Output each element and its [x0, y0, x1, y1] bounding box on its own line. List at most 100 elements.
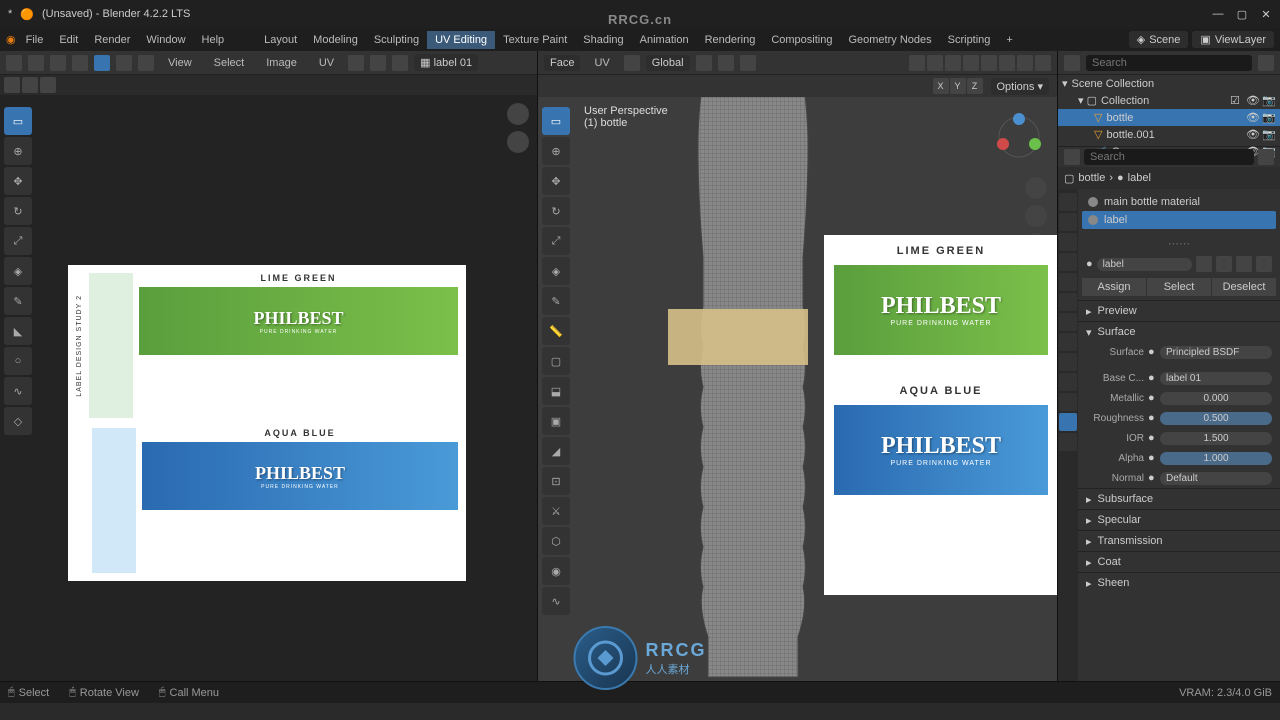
tool-poly[interactable]: ⬡ [542, 527, 570, 555]
vp-snap-icon[interactable] [718, 55, 734, 71]
tool-rotate[interactable]: ↻ [4, 197, 32, 225]
uv-pan-icon[interactable] [507, 131, 529, 153]
outliner-search[interactable] [1086, 55, 1252, 71]
uv-display-icon-3[interactable] [40, 77, 56, 93]
workspace-animation[interactable]: Animation [632, 31, 697, 49]
material-nodes-icon[interactable] [1256, 256, 1272, 272]
tool-pinch[interactable]: ◇ [4, 407, 32, 435]
eye-icon[interactable]: 👁 [1246, 111, 1260, 125]
workspace-add[interactable]: + [998, 31, 1020, 49]
tool-smooth[interactable]: ∿ [542, 587, 570, 615]
vp-overlay-icon[interactable] [945, 55, 961, 71]
outliner-scene-collection[interactable]: ▾ Scene Collection [1058, 75, 1280, 92]
normal-value[interactable]: Default [1160, 472, 1272, 485]
sel-edge[interactable] [72, 55, 88, 71]
nav-gizmo[interactable] [991, 109, 1047, 165]
options-dropdown[interactable]: Options ▾ [991, 78, 1050, 95]
uv-display-icon-2[interactable] [22, 77, 38, 93]
section-subsurface[interactable]: ▸ Subsurface [1078, 489, 1280, 509]
tab-data[interactable] [1059, 393, 1077, 411]
tool-add-cube[interactable]: ▢ [542, 347, 570, 375]
sel-vertex[interactable] [50, 55, 66, 71]
props-options-icon[interactable] [1258, 149, 1274, 165]
uv-image-menu[interactable]: Image [258, 54, 305, 72]
menu-help[interactable]: Help [194, 31, 233, 49]
menu-window[interactable]: Window [138, 31, 193, 49]
tool-scale[interactable]: ⤢ [4, 227, 32, 255]
list-grip[interactable]: ⋯⋯ [1078, 233, 1280, 254]
tool-transform[interactable]: ◈ [4, 257, 32, 285]
outliner-type-icon[interactable] [1064, 55, 1080, 71]
sel-face[interactable] [94, 55, 110, 71]
uv-display-icon-1[interactable] [4, 77, 20, 93]
section-sheen[interactable]: ▸ Sheen [1078, 573, 1280, 593]
section-surface[interactable]: ▾ Surface [1078, 322, 1280, 342]
tool-move[interactable]: ✥ [4, 167, 32, 195]
material-browse-icon[interactable] [1196, 256, 1212, 272]
props-search[interactable] [1084, 149, 1254, 165]
tool-annotate[interactable]: ✎ [4, 287, 32, 315]
shading-matprev-icon[interactable] [1017, 55, 1033, 71]
workspace-geometry-nodes[interactable]: Geometry Nodes [840, 31, 939, 49]
tab-constraint[interactable] [1059, 373, 1077, 391]
workspace-rendering[interactable]: Rendering [697, 31, 764, 49]
eye-icon[interactable]: 👁 [1246, 128, 1260, 142]
zoom-icon[interactable] [1025, 177, 1047, 199]
tool-rotate-3d[interactable]: ↻ [542, 197, 570, 225]
vp-visibility-icon[interactable] [909, 55, 925, 71]
material-new-icon[interactable] [1216, 256, 1232, 272]
tool-select-box[interactable]: ▭ [4, 107, 32, 135]
outliner-item-bottle[interactable]: ▽ bottle 👁📷 [1058, 109, 1280, 126]
axis-x[interactable]: X [933, 78, 949, 94]
pivot-icon[interactable] [348, 55, 364, 71]
render-icon[interactable]: 📷 [1262, 111, 1276, 125]
viewlayer-selector[interactable]: ▣ ViewLayer [1192, 31, 1274, 48]
workspace-scripting[interactable]: Scripting [940, 31, 999, 49]
metallic-value[interactable]: 0.000 [1160, 392, 1272, 405]
vp-xray-icon[interactable] [963, 55, 979, 71]
uv-viewport[interactable]: LABEL DESIGN STUDY 2 LIME GREEN PHILBEST… [0, 95, 537, 681]
menu-edit[interactable]: Edit [51, 31, 86, 49]
render-icon[interactable]: 📷 [1262, 128, 1276, 142]
tool-bevel[interactable]: ◢ [542, 437, 570, 465]
props-type-icon[interactable] [1064, 149, 1080, 165]
menu-render[interactable]: Render [86, 31, 138, 49]
shading-wireframe-icon[interactable] [981, 55, 997, 71]
section-preview[interactable]: ▸ Preview [1078, 301, 1280, 321]
shader-selector[interactable]: Principled BSDF [1160, 346, 1272, 359]
eye-icon[interactable]: 👁 [1246, 94, 1260, 108]
vp-prop-icon[interactable] [740, 55, 756, 71]
section-transmission[interactable]: ▸ Transmission [1078, 531, 1280, 551]
image-selector[interactable]: ▦ label 01 [414, 54, 478, 71]
tab-physics[interactable] [1059, 353, 1077, 371]
workspace-compositing[interactable]: Compositing [763, 31, 840, 49]
roughness-value[interactable]: 0.500 [1160, 412, 1272, 425]
tool-select[interactable]: ▭ [542, 107, 570, 135]
tool-annotate-3d[interactable]: ✎ [542, 287, 570, 315]
material-name-field[interactable]: label [1097, 258, 1192, 271]
material-slot-1[interactable]: label [1082, 211, 1276, 229]
render-icon[interactable]: 📷 [1262, 94, 1276, 108]
deselect-button[interactable]: Deselect [1212, 278, 1276, 296]
tab-material[interactable] [1059, 413, 1077, 431]
tool-inset[interactable]: ▣ [542, 407, 570, 435]
tool-move-3d[interactable]: ✥ [542, 167, 570, 195]
sel-island[interactable] [116, 55, 132, 71]
tool-cursor[interactable]: ⊕ [4, 137, 32, 165]
tab-viewlayer[interactable] [1059, 233, 1077, 251]
tab-render[interactable] [1059, 193, 1077, 211]
basecolor-value[interactable]: label 01 [1160, 372, 1272, 385]
uv-zoom-icon[interactable] [507, 103, 529, 125]
mode-selector[interactable]: Face [544, 55, 580, 71]
tool-measure[interactable]: 📏 [542, 317, 570, 345]
tool-rip[interactable]: ◣ [4, 317, 32, 345]
outliner-item-bottle001[interactable]: ▽ bottle.001 👁📷 [1058, 126, 1280, 143]
tool-extrude[interactable]: ⬓ [542, 377, 570, 405]
menu-file[interactable]: File [18, 31, 52, 49]
tool-scale-3d[interactable]: ⤢ [542, 227, 570, 255]
tab-texture[interactable] [1059, 433, 1077, 451]
maximize-button[interactable]: ▢ [1236, 8, 1248, 20]
pan-icon[interactable] [1025, 205, 1047, 227]
alpha-value[interactable]: 1.000 [1160, 452, 1272, 465]
ior-value[interactable]: 1.500 [1160, 432, 1272, 445]
